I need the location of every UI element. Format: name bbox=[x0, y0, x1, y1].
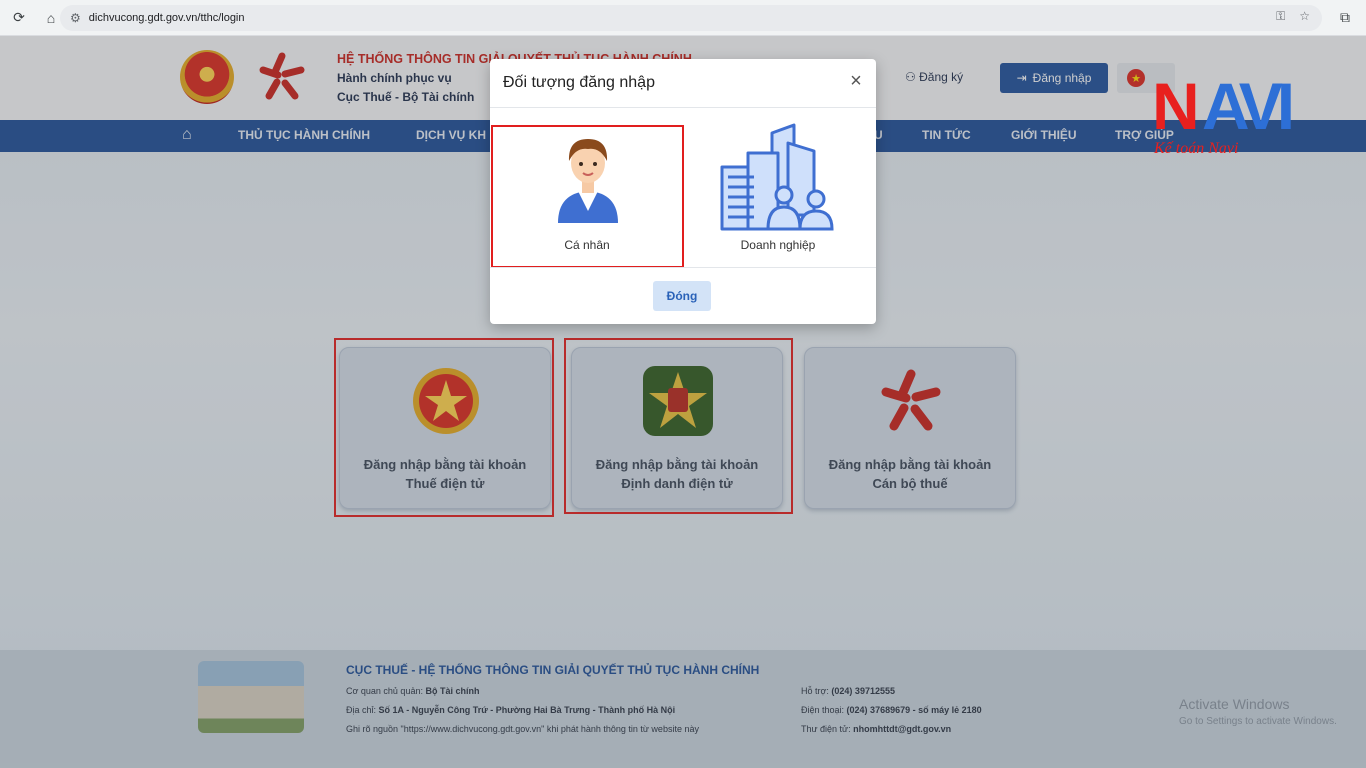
login-type-dialog: Đối tượng đăng nhập × Cá nhân Doanh nghi… bbox=[490, 59, 876, 324]
extensions-icon[interactable]: ⧉ bbox=[1340, 9, 1350, 26]
dialog-title: Đối tượng đăng nhập bbox=[503, 74, 655, 91]
reload-icon[interactable]: ⟳ bbox=[6, 5, 32, 31]
business-building-icon bbox=[720, 123, 834, 231]
option-business[interactable]: Doanh nghiệp bbox=[683, 123, 873, 265]
password-key-icon[interactable]: ⚿ bbox=[1276, 9, 1285, 24]
close-icon[interactable]: × bbox=[846, 71, 866, 91]
navi-watermark-logo: N AVI Kế toán Navi bbox=[1152, 69, 1295, 157]
url-text: dichvucong.gdt.gov.vn/tthc/login bbox=[88, 12, 245, 24]
address-bar[interactable]: ⚙ dichvucong.gdt.gov.vn/tthc/login ⚿ ☆ bbox=[60, 5, 1322, 31]
dialog-divider bbox=[490, 107, 876, 108]
option-business-label: Doanh nghiệp bbox=[740, 238, 816, 252]
bookmark-star-icon[interactable]: ☆ bbox=[1299, 9, 1310, 24]
site-info-icon[interactable]: ⚙ bbox=[70, 11, 81, 25]
highlight-frame-personal bbox=[491, 125, 684, 268]
dialog-divider bbox=[490, 267, 876, 268]
close-button[interactable]: Đóng bbox=[653, 281, 711, 311]
